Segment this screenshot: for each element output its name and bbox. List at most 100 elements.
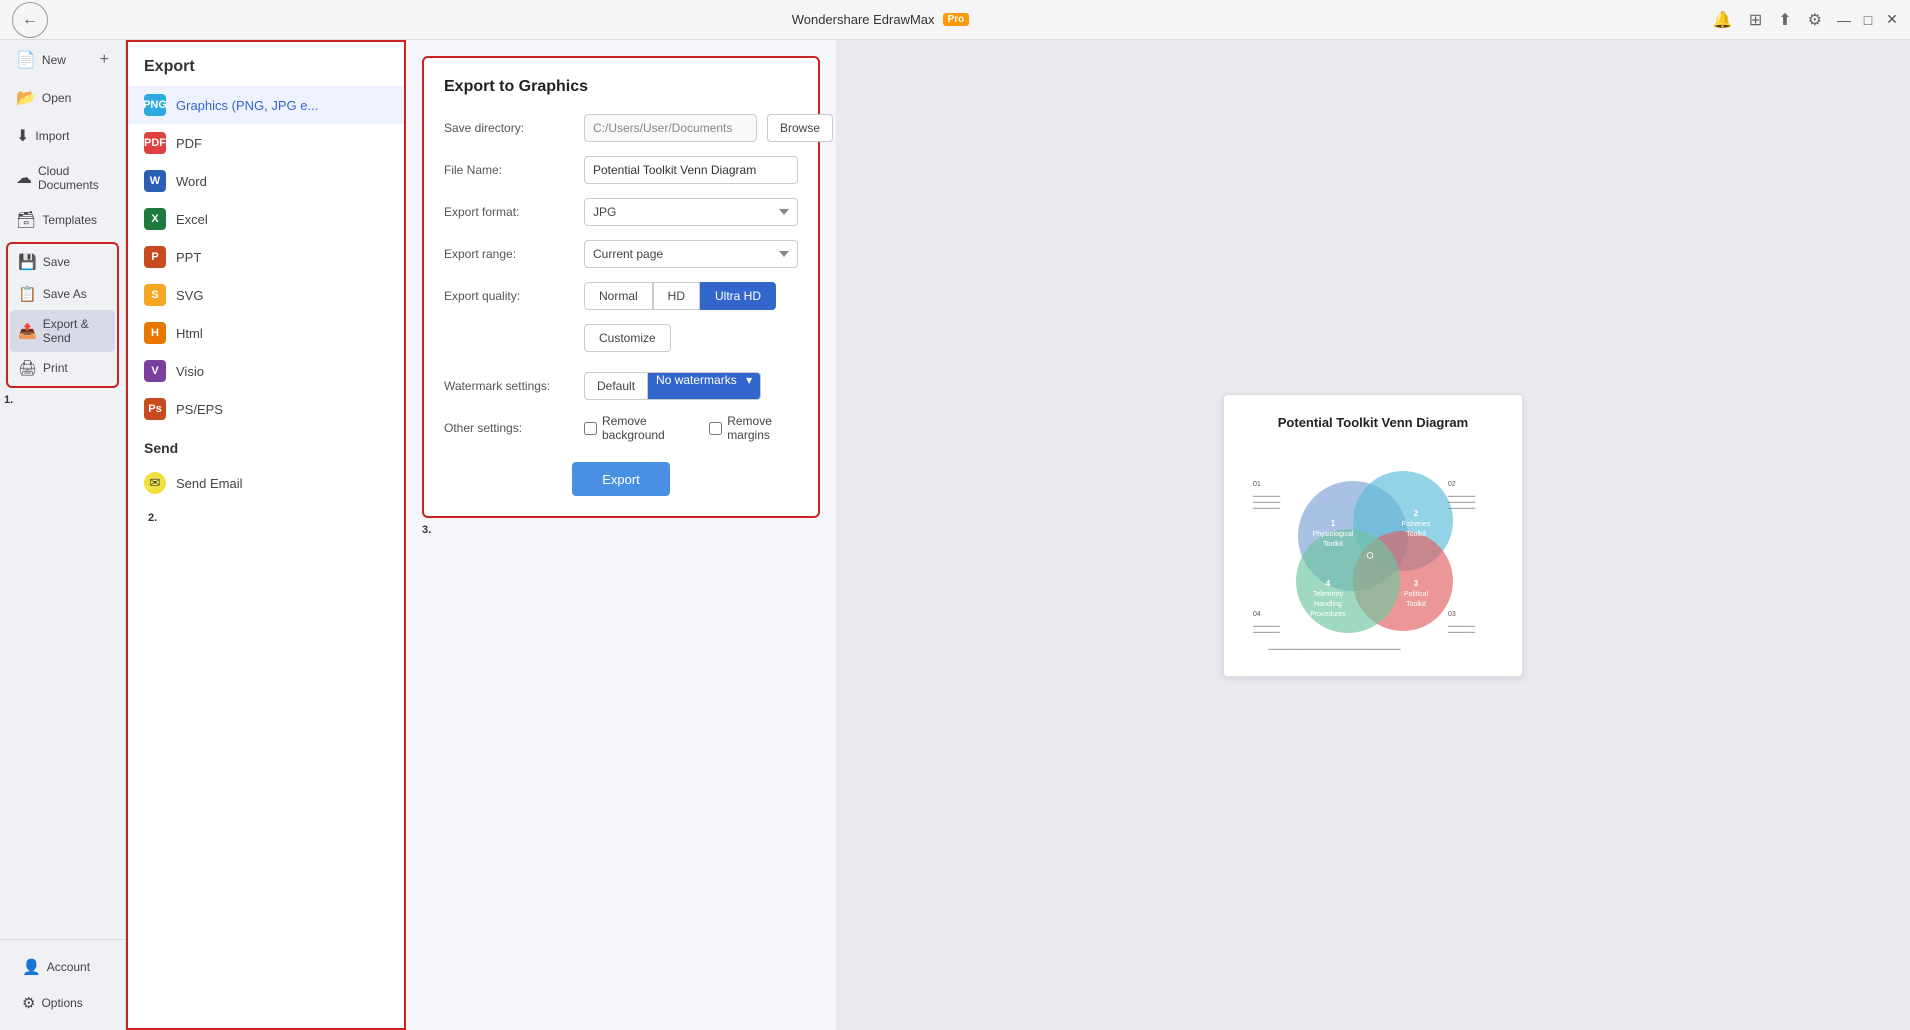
sidebar-item-new[interactable]: 📄 New + <box>6 42 119 78</box>
file-name-input[interactable] <box>584 156 798 184</box>
new-icon: 📄 <box>16 50 36 70</box>
remove-background-item[interactable]: Remove background <box>584 414 689 442</box>
circle1-num: 1 <box>1331 519 1336 528</box>
left-sidebar: 📄 New + 📂 Open ⬇ Import ☁ Cloud Document… <box>0 40 126 1030</box>
customize-button[interactable]: Customize <box>584 324 671 352</box>
quality-ultrahd-button[interactable]: Ultra HD <box>700 282 776 310</box>
save-directory-input[interactable] <box>584 114 757 142</box>
sidebar-item-save-as[interactable]: 📋 Save As <box>10 278 115 310</box>
share-icon[interactable]: ⬆ <box>1778 10 1791 30</box>
minimize-button[interactable]: — <box>1838 14 1850 26</box>
circle4-line1: Telemetry <box>1313 591 1344 598</box>
svg-label: SVG <box>176 288 203 303</box>
account-label: Account <box>47 960 90 974</box>
export-form-box: Export to Graphics Save directory: Brows… <box>422 56 820 518</box>
back-button[interactable]: ← <box>12 2 48 38</box>
export-range-label: Export range: <box>444 247 574 261</box>
send-section-title: Send <box>128 428 404 464</box>
circle1-line1: Physiological <box>1313 531 1354 538</box>
word-label: Word <box>176 174 207 189</box>
other-settings-label: Other settings: <box>444 421 574 435</box>
circle4-num: 4 <box>1326 579 1331 588</box>
venn-diagram: 01 02 04 03 ⬡ 1 Physiological Toolkit 2 … <box>1248 446 1498 656</box>
export-item-html[interactable]: H Html <box>128 314 404 352</box>
visio-label: Visio <box>176 364 204 379</box>
html-icon: H <box>144 322 166 344</box>
customize-row: Customize <box>444 324 798 352</box>
quality-hd-button[interactable]: HD <box>653 282 700 310</box>
app-title-area: Wondershare EdrawMax Pro <box>792 12 970 27</box>
sidebar-item-print[interactable]: 🖨 Print <box>10 352 115 384</box>
maximize-button[interactable]: □ <box>1862 14 1874 26</box>
save-label: Save <box>43 255 70 269</box>
save-directory-label: Save directory: <box>444 121 574 135</box>
sidebar-item-import[interactable]: ⬇ Import <box>6 118 119 154</box>
sidebar-item-save[interactable]: 💾 Save <box>10 246 115 278</box>
export-quality-label: Export quality: <box>444 289 574 303</box>
grid-icon[interactable]: ⊞ <box>1749 10 1762 30</box>
watermark-default-button[interactable]: Default <box>584 372 648 400</box>
export-item-excel[interactable]: X Excel <box>128 200 404 238</box>
ppt-label: PPT <box>176 250 201 265</box>
circle2-num: 2 <box>1414 509 1419 518</box>
preview-panel: Potential Toolkit Venn Diagram 01 02 04 … <box>836 40 1910 1030</box>
cloud-label: Cloud Documents <box>38 164 109 192</box>
save-section: 💾 Save 📋 Save As 📤 Export & Send 🖨 Print <box>6 242 119 388</box>
circle2-line2: Toolkit <box>1406 531 1426 538</box>
circle1-line2: Toolkit <box>1323 541 1343 548</box>
preview-card: Potential Toolkit Venn Diagram 01 02 04 … <box>1223 394 1523 677</box>
notification-icon[interactable]: 🔔 <box>1713 10 1733 30</box>
export-range-select[interactable]: Current page All pages <box>584 240 798 268</box>
export-button[interactable]: Export <box>572 462 670 496</box>
side-text-10: ━━━━━━━━━ <box>1447 630 1476 636</box>
ps-label: PS/EPS <box>176 402 223 417</box>
options-icon: ⚙ <box>22 994 35 1012</box>
excel-label: Excel <box>176 212 208 227</box>
watermark-controls: Default No watermarks ▾ <box>584 372 761 400</box>
settings-icon[interactable]: ⚙ <box>1808 10 1822 30</box>
svg-icon: S <box>144 284 166 306</box>
export-item-pdf[interactable]: PDF PDF <box>128 124 404 162</box>
export-item-svg[interactable]: S SVG <box>128 276 404 314</box>
send-email-item[interactable]: ✉ Send Email <box>128 464 404 502</box>
sidebar-item-account[interactable]: 👤 Account <box>12 950 113 984</box>
watermark-dropdown-icon[interactable]: ▾ <box>746 373 752 387</box>
circle4-line3: Procedures <box>1310 611 1346 618</box>
sidebar-item-open[interactable]: 📂 Open <box>6 80 119 116</box>
export-item-png[interactable]: PNG Graphics (PNG, JPG e... <box>128 86 404 124</box>
export-panel: Export PNG Graphics (PNG, JPG e... PDF P… <box>126 40 406 1030</box>
export-range-row: Export range: Current page All pages <box>444 240 798 268</box>
word-icon: W <box>144 170 166 192</box>
export-format-select[interactable]: JPG PNG BMP TIFF <box>584 198 798 226</box>
templates-icon: 🗃 <box>16 210 36 230</box>
sidebar-item-cloud[interactable]: ☁ Cloud Documents <box>6 156 119 200</box>
export-item-visio[interactable]: V Visio <box>128 352 404 390</box>
export-label: Export & Send <box>43 317 107 345</box>
other-settings-row: Other settings: Remove background Remove… <box>444 414 798 442</box>
browse-button[interactable]: Browse <box>767 114 833 142</box>
pdf-icon: PDF <box>144 132 166 154</box>
quality-buttons: Normal HD Ultra HD <box>584 282 776 310</box>
visio-icon: V <box>144 360 166 382</box>
remove-margins-checkbox[interactable] <box>709 422 722 435</box>
sidebar-item-templates[interactable]: 🗃 Templates <box>6 202 119 238</box>
export-item-ps[interactable]: Ps PS/EPS <box>128 390 404 428</box>
sidebar-item-options[interactable]: ⚙ Options <box>12 986 113 1020</box>
sidebar-item-export[interactable]: 📤 Export & Send <box>10 310 115 352</box>
pdf-label: PDF <box>176 136 202 151</box>
save-directory-row: Save directory: Browse <box>444 114 798 142</box>
export-item-word[interactable]: W Word <box>128 162 404 200</box>
html-label: Html <box>176 326 203 341</box>
sidebar-bottom: 👤 Account ⚙ Options <box>0 939 125 1030</box>
quality-normal-button[interactable]: Normal <box>584 282 653 310</box>
remove-background-checkbox[interactable] <box>584 422 597 435</box>
export-item-ppt[interactable]: P PPT <box>128 238 404 276</box>
watermark-select[interactable]: No watermarks ▾ <box>648 372 761 400</box>
close-button[interactable]: ✕ <box>1886 14 1898 26</box>
title-bar-right: 🔔 ⊞ ⬆ ⚙ — □ ✕ <box>1713 10 1898 30</box>
open-label: Open <box>42 91 71 105</box>
open-icon: 📂 <box>16 88 36 108</box>
remove-margins-item[interactable]: Remove margins <box>709 414 798 442</box>
remove-margins-label: Remove margins <box>727 414 798 442</box>
plus-icon[interactable]: + <box>100 51 109 69</box>
